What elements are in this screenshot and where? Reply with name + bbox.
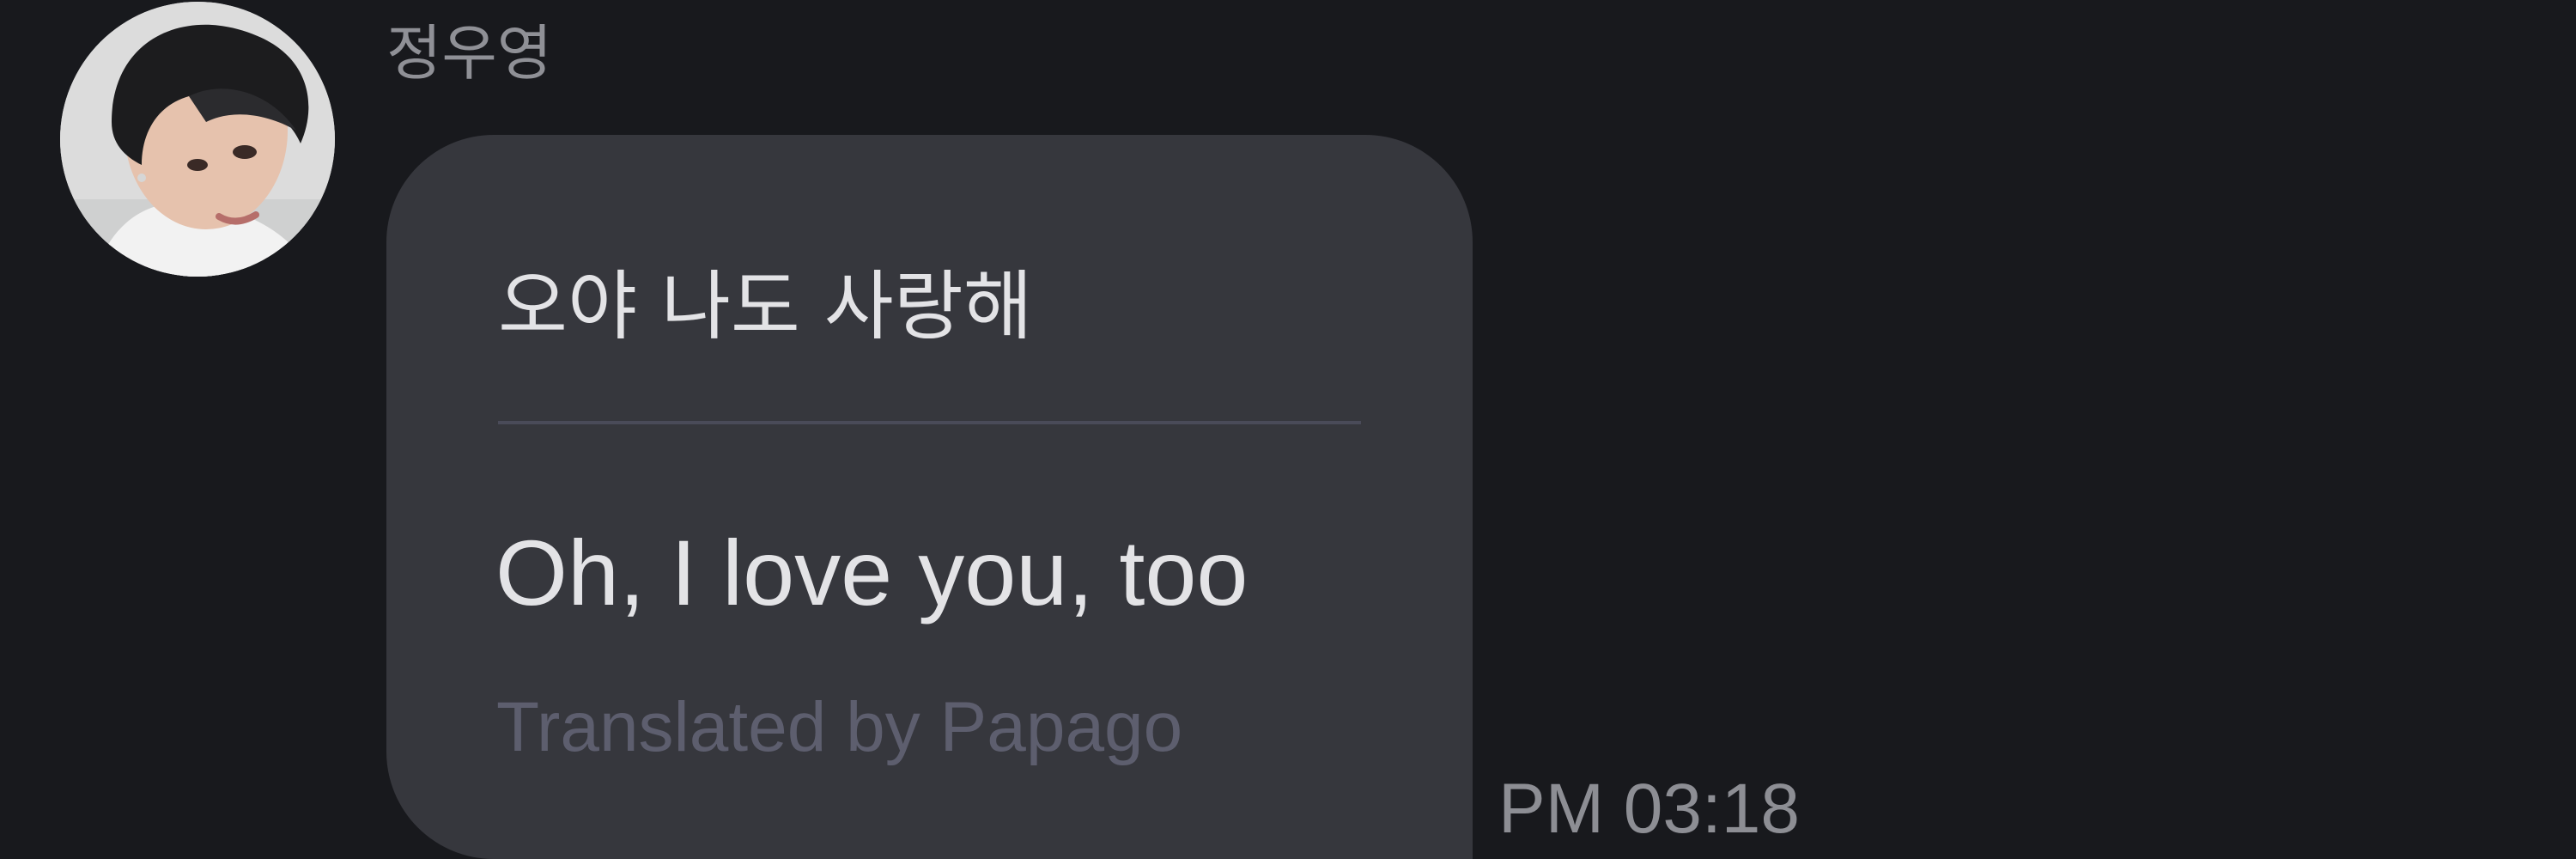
translation-divider [498, 421, 1361, 424]
sender-name: 정우영 [386, 18, 553, 88]
original-message-text: 오야 나도 사랑해 [498, 262, 1033, 350]
translation-credit: Translated by Papago [496, 688, 1183, 766]
chat-message: 정우영 오야 나도 사랑해 Oh, I love you, too Transl… [0, 0, 2576, 859]
message-bubble[interactable]: 오야 나도 사랑해 Oh, I love you, too Translated… [386, 135, 1473, 859]
profile-photo-icon [60, 2, 335, 277]
avatar[interactable] [60, 2, 335, 277]
message-timestamp: PM 03:18 [1498, 770, 1800, 848]
translated-message-text: Oh, I love you, too [495, 521, 1249, 624]
